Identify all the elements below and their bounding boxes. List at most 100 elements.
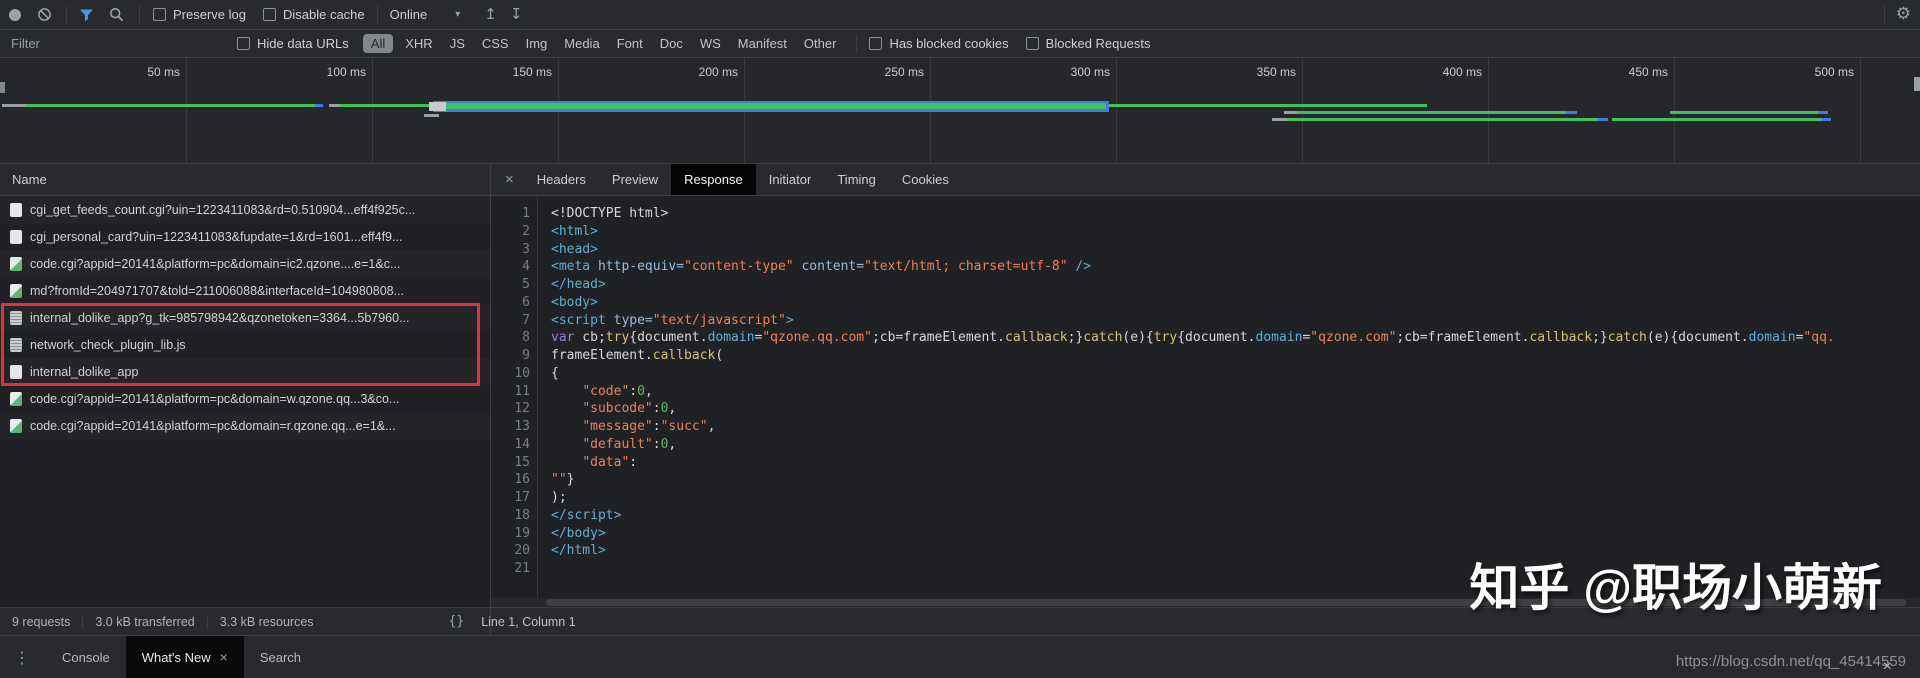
watermark-url: https://blog.csdn.net/qq_45414559	[1676, 653, 1906, 670]
file-icon	[10, 257, 22, 271]
code-line: 1<!DOCTYPE html>	[491, 205, 1920, 223]
drawer-tab-label: Console	[62, 650, 110, 665]
line-number: 8	[491, 329, 539, 347]
hide-data-urls-label: Hide data URLs	[257, 36, 349, 51]
drawer-tab-what-s-new[interactable]: What's New ×	[126, 636, 244, 678]
filter-pill-manifest[interactable]: Manifest	[733, 34, 792, 53]
overflow-menu-icon[interactable]: ⋮	[14, 648, 30, 667]
preserve-log-checkbox[interactable]: Preserve log	[153, 7, 246, 22]
response-code-view[interactable]: 1<!DOCTYPE html>2<html>3<head>4<meta htt…	[491, 196, 1920, 606]
drawer-tab-console[interactable]: Console	[46, 636, 126, 678]
request-row[interactable]: cgi_get_feeds_count.cgi?uin=1223411083&r…	[0, 196, 490, 223]
checkbox	[263, 8, 276, 21]
waterfall-bar	[340, 104, 432, 107]
line-number: 13	[491, 418, 539, 436]
file-icon	[10, 338, 22, 352]
line-number: 19	[491, 525, 539, 543]
filter-pill-media[interactable]: Media	[559, 34, 604, 53]
tab-timing[interactable]: Timing	[824, 164, 889, 195]
filter-toolbar: Hide data URLs All XHR JS CSS Img Media Font Do…	[0, 30, 1920, 58]
tab-preview[interactable]: Preview	[599, 164, 671, 195]
has-blocked-cookies-checkbox[interactable]: Has blocked cookies	[869, 36, 1008, 51]
checkbox	[237, 37, 250, 50]
line-content: "subcode":0,	[539, 400, 676, 418]
tab-headers[interactable]: Headers	[524, 164, 599, 195]
waterfall-bar	[1284, 111, 1297, 114]
request-row[interactable]: network_check_plugin_lib.js	[0, 331, 490, 358]
request-name: internal_dolike_app?g_tk=985798942&qzone…	[30, 311, 410, 325]
tab-initiator[interactable]: Initiator	[756, 164, 825, 195]
close-icon[interactable]: ×	[220, 649, 228, 665]
code-line: 8var cb;try{document.domain="qzone.qq.co…	[491, 329, 1920, 347]
filter-pill-doc[interactable]: Doc	[655, 34, 688, 53]
filter-pill-css[interactable]: CSS	[477, 34, 514, 53]
request-row[interactable]: cgi_personal_card?uin=1223411083&fupdate…	[0, 223, 490, 250]
disable-cache-checkbox[interactable]: Disable cache	[263, 7, 365, 22]
format-braces-icon[interactable]: {}	[449, 614, 465, 629]
record-icon[interactable]	[9, 9, 21, 21]
filter-pill-all[interactable]: All	[363, 34, 393, 53]
line-content: <head>	[539, 241, 598, 259]
pane-divider[interactable]	[490, 164, 491, 635]
timeline-tick-label: 150 ms	[472, 65, 552, 79]
gutter-divider	[537, 196, 538, 598]
request-list: cgi_get_feeds_count.cgi?uin=1223411083&r…	[0, 196, 490, 439]
line-content: </script>	[539, 507, 621, 525]
resource-type-filters: All XHR JS CSS Img Media Font Doc WS Manifest Othe…	[363, 34, 849, 53]
checkbox	[869, 37, 882, 50]
waterfall-bar	[2, 104, 26, 107]
filter-pill-other[interactable]: Other	[799, 34, 842, 53]
tab-response[interactable]: Response	[671, 164, 756, 195]
file-icon	[10, 203, 22, 217]
import-har-icon[interactable]: ↥	[484, 7, 497, 22]
throttling-dropdown[interactable]: Online ▾	[390, 7, 461, 22]
blocked-requests-checkbox[interactable]: Blocked Requests	[1026, 36, 1151, 51]
overview-handle[interactable]	[0, 82, 5, 93]
filter-pill-ws[interactable]: WS	[695, 34, 726, 53]
code-line: 10{	[491, 365, 1920, 383]
request-name: network_check_plugin_lib.js	[30, 338, 186, 352]
code-line: 12 "subcode":0,	[491, 400, 1920, 418]
clear-icon[interactable]	[37, 7, 52, 22]
scrollbar-fragment	[1914, 77, 1920, 91]
drawer-tab-label: What's New	[142, 650, 211, 665]
hide-data-urls-checkbox[interactable]: Hide data URLs	[237, 36, 349, 51]
line-number: 20	[491, 542, 539, 560]
disable-cache-label: Disable cache	[283, 7, 365, 22]
waterfall-bar	[424, 114, 439, 117]
request-row[interactable]: code.cgi?appid=20141&platform=pc&domain=…	[0, 385, 490, 412]
line-content: </head>	[539, 276, 606, 294]
request-row[interactable]: md?fromId=204971707&told=211006088&inter…	[0, 277, 490, 304]
drawer-tabbar: ⋮ Console What's New × Search	[0, 635, 1920, 678]
request-row[interactable]: internal_dolike_app?g_tk=985798942&qzone…	[0, 304, 490, 331]
request-row[interactable]: code.cgi?appid=20141&platform=pc&domain=…	[0, 412, 490, 439]
filter-pill-font[interactable]: Font	[612, 34, 648, 53]
name-column-header[interactable]: Name	[0, 164, 490, 196]
timeline-tick-label: 500 ms	[1774, 65, 1854, 79]
drawer-tab-search[interactable]: Search	[244, 636, 317, 678]
filter-pill-js[interactable]: JS	[445, 34, 470, 53]
file-icon	[10, 284, 22, 298]
request-row[interactable]: internal_dolike_app	[0, 358, 490, 385]
filter-pill-xhr[interactable]: XHR	[400, 34, 437, 53]
line-number: 5	[491, 276, 539, 294]
filter-funnel-icon[interactable]	[79, 8, 94, 22]
timeline-tick-label: 50 ms	[100, 65, 180, 79]
tab-cookies[interactable]: Cookies	[889, 164, 962, 195]
line-content: <!DOCTYPE html>	[539, 205, 668, 223]
timeline-gridline	[186, 58, 187, 164]
request-name: code.cgi?appid=20141&platform=pc&domain=…	[30, 257, 400, 271]
filter-input[interactable]	[9, 35, 213, 52]
export-har-icon[interactable]: ↧	[510, 7, 523, 22]
line-content: "message":"succ",	[539, 418, 715, 436]
close-details-icon[interactable]: ×	[505, 171, 514, 188]
search-icon[interactable]	[109, 7, 124, 22]
file-icon	[10, 230, 22, 244]
filter-pill-img[interactable]: Img	[521, 34, 553, 53]
code-line: 15 "data":	[491, 454, 1920, 472]
timeline-tick-label: 400 ms	[1402, 65, 1482, 79]
line-content: var cb;try{document.domain="qzone.qq.com…	[539, 329, 1835, 347]
request-row[interactable]: code.cgi?appid=20141&platform=pc&domain=…	[0, 250, 490, 277]
network-toolbar: Preserve log Disable cache Online ▾ ↥ ↧ …	[0, 0, 1920, 30]
gear-icon[interactable]: ⚙	[1896, 6, 1911, 23]
